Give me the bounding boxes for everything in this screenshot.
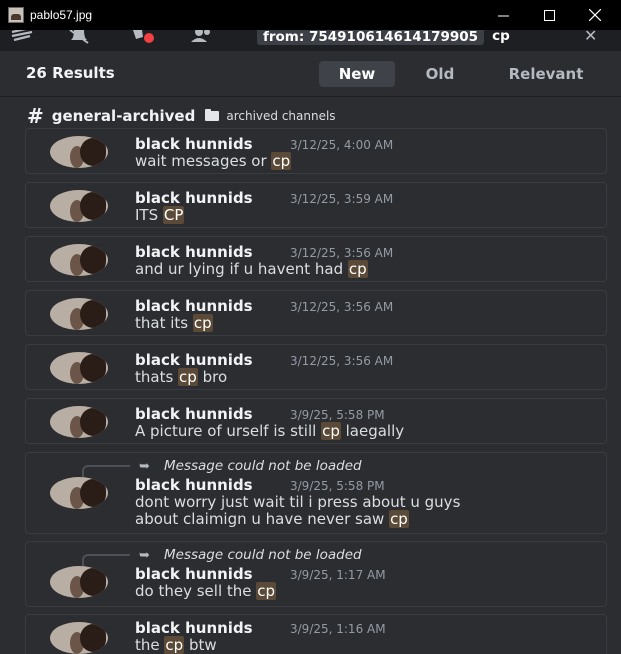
search-highlight: cp xyxy=(389,510,409,528)
search-result[interactable]: black hunnids 3/12/25, 3:56 AM that its … xyxy=(25,290,607,336)
author-name[interactable]: black hunnids xyxy=(135,351,253,369)
search-result[interactable]: black hunnids 3/9/25, 1:16 AM the cp btw xyxy=(25,614,607,654)
message-timestamp: 3/12/25, 3:56 AM xyxy=(290,246,394,260)
search-highlight: cp xyxy=(192,314,213,332)
avatar[interactable] xyxy=(50,136,108,168)
reply-connector xyxy=(82,465,130,477)
message-timestamp: 3/12/25, 3:56 AM xyxy=(290,354,394,368)
search-result[interactable]: black hunnids 3/12/25, 3:56 AM thats cp … xyxy=(25,344,607,390)
author-name[interactable]: black hunnids xyxy=(135,405,253,423)
search-highlight: CP xyxy=(162,206,185,224)
avatar[interactable] xyxy=(50,244,108,276)
message-timestamp: 3/9/25, 1:16 AM xyxy=(290,622,386,636)
close-button[interactable] xyxy=(572,0,618,30)
avatar[interactable] xyxy=(50,352,108,384)
folder-icon xyxy=(205,109,220,121)
message-timestamp: 3/9/25, 5:58 PM xyxy=(290,479,385,493)
search-result[interactable]: black hunnids 3/9/25, 5:58 PM A picture … xyxy=(25,398,607,444)
message-text: ITS CP xyxy=(135,206,185,224)
author-name[interactable]: black hunnids xyxy=(135,243,253,261)
author-name[interactable]: black hunnids xyxy=(135,189,253,207)
image-file-icon xyxy=(8,7,24,23)
message-timestamp: 3/12/25, 4:00 AM xyxy=(290,138,394,152)
search-result[interactable]: black hunnids 3/12/25, 4:00 AM wait mess… xyxy=(25,128,607,174)
message-timestamp: 3/9/25, 5:58 PM xyxy=(290,408,385,422)
search-result[interactable]: black hunnids 3/12/25, 3:56 AM and ur ly… xyxy=(25,236,607,282)
message-text: thats cp bro xyxy=(135,368,228,386)
window-titlebar: pablo57.jpg xyxy=(0,0,621,30)
message-text-line: dont worry just wait til i press about u… xyxy=(135,493,461,511)
avatar[interactable] xyxy=(50,477,108,509)
avatar[interactable] xyxy=(50,190,108,222)
sort-relevant-button[interactable]: Relevant xyxy=(487,61,605,87)
reply-connector xyxy=(82,554,130,566)
search-highlight: cp xyxy=(164,636,185,654)
search-filter-chip[interactable]: from: 754910614614179905 xyxy=(257,30,485,45)
search-highlight: cp xyxy=(347,260,368,278)
avatar[interactable] xyxy=(50,406,108,438)
members-icon[interactable] xyxy=(190,30,214,44)
author-name[interactable]: black hunnids xyxy=(135,297,253,315)
search-highlight: cp xyxy=(271,152,292,170)
threads-icon[interactable] xyxy=(10,30,34,44)
channel-name[interactable]: general-archived xyxy=(52,107,196,125)
reply-arrow-icon: ➥ xyxy=(139,548,150,563)
close-icon xyxy=(589,9,601,21)
search-results-header: 26 Results New Old Relevant xyxy=(0,51,621,97)
minimize-button[interactable] xyxy=(480,0,526,30)
sort-new-button[interactable]: New xyxy=(319,61,395,87)
channel-toolbar: from: 754910614614179905 cp ✕ xyxy=(0,30,621,51)
message-timestamp: 3/9/25, 1:17 AM xyxy=(290,568,386,582)
message-timestamp: 3/12/25, 3:56 AM xyxy=(290,300,394,314)
search-highlight: cp xyxy=(178,368,198,386)
pinned-messages-icon[interactable] xyxy=(130,30,154,44)
clear-search-icon[interactable]: ✕ xyxy=(584,30,597,45)
author-name[interactable]: black hunnids xyxy=(135,135,253,153)
reply-arrow-icon: ➥ xyxy=(139,459,150,474)
search-bar[interactable]: from: 754910614614179905 cp ✕ xyxy=(247,30,621,46)
results-count: 26 Results xyxy=(26,64,115,82)
maximize-button[interactable] xyxy=(526,0,572,30)
author-name[interactable]: black hunnids xyxy=(135,476,253,494)
search-highlight: cp xyxy=(321,422,341,440)
avatar[interactable] xyxy=(50,566,108,598)
message-text: that its cp xyxy=(135,314,213,332)
reply-preview[interactable]: Message could not be loaded xyxy=(164,547,362,563)
message-text: do they sell the cp xyxy=(135,582,277,600)
message-text: A picture of urself is still cp laegally xyxy=(135,422,405,440)
search-result[interactable]: ➥ Message could not be loaded black hunn… xyxy=(25,452,607,534)
channel-heading[interactable]: # general-archived archived channels xyxy=(27,104,336,128)
message-text: the cp btw xyxy=(135,636,217,654)
search-result[interactable]: ➥ Message could not be loaded black hunn… xyxy=(25,541,607,607)
message-text: and ur lying if u havent had cp xyxy=(135,260,368,278)
search-highlight: cp xyxy=(256,582,277,600)
search-result[interactable]: black hunnids 3/12/25, 3:59 AM ITS CP xyxy=(25,182,607,228)
sort-old-button[interactable]: Old xyxy=(409,61,471,87)
author-name[interactable]: black hunnids xyxy=(135,565,253,583)
reply-preview[interactable]: Message could not be loaded xyxy=(164,458,362,474)
minimize-icon xyxy=(497,15,509,16)
window-title: pablo57.jpg xyxy=(30,8,93,22)
maximize-icon xyxy=(543,9,555,21)
search-query[interactable]: cp xyxy=(492,30,510,44)
author-name[interactable]: black hunnids xyxy=(135,619,253,637)
message-timestamp: 3/12/25, 3:59 AM xyxy=(290,192,394,206)
message-text: about claimign u have never saw cp xyxy=(135,510,409,528)
message-text: wait messages or cp xyxy=(135,152,292,170)
avatar[interactable] xyxy=(50,622,108,654)
channel-hash-icon: # xyxy=(27,104,44,128)
avatar[interactable] xyxy=(50,298,108,330)
mute-bell-icon[interactable] xyxy=(68,30,92,44)
channel-category: archived channels xyxy=(226,109,336,123)
